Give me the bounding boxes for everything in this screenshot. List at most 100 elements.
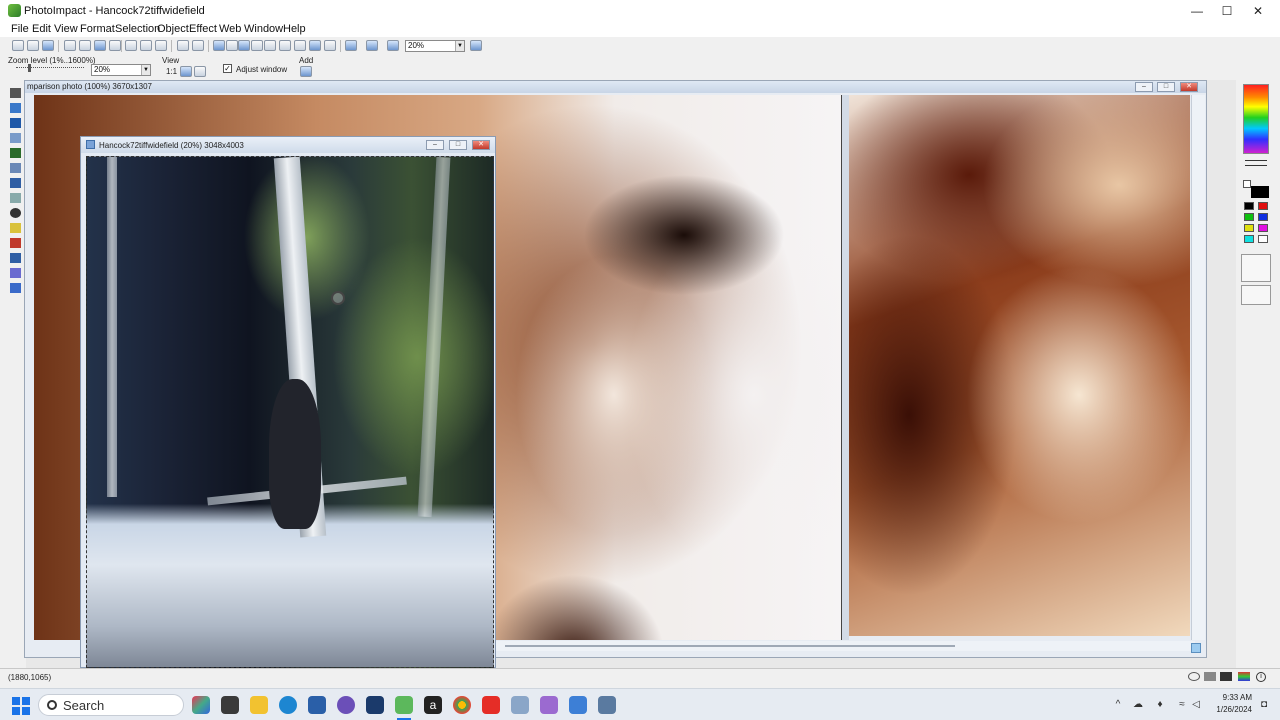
- scan-icon[interactable]: [94, 40, 106, 51]
- task-view-icon[interactable]: [221, 696, 239, 714]
- menu-view[interactable]: View: [54, 23, 78, 35]
- taskbar-clock[interactable]: 9:33 AM 1/26/2024: [1208, 692, 1252, 716]
- stamp-tool-icon[interactable]: [10, 283, 21, 293]
- transform-icon[interactable]: [294, 40, 306, 51]
- color-mode-icon[interactable]: [1238, 672, 1250, 681]
- swatch-red[interactable]: [1258, 202, 1268, 210]
- swatch-green[interactable]: [1244, 213, 1254, 221]
- retouch-tool-icon[interactable]: [10, 253, 21, 263]
- memory-icon[interactable]: [1204, 672, 1216, 681]
- save-icon[interactable]: [42, 40, 54, 51]
- new-file-icon[interactable]: [12, 40, 24, 51]
- maximize-button[interactable]: ☐: [1211, 0, 1243, 22]
- comparison-restore-button[interactable]: □: [1157, 82, 1175, 92]
- zoom-slider-thumb[interactable]: [28, 64, 31, 72]
- swatch-magenta[interactable]: [1258, 224, 1268, 232]
- swap-colors-icon[interactable]: [1245, 160, 1267, 166]
- hancock-photo-canvas[interactable]: [86, 156, 494, 668]
- hancock-window-titlebar[interactable]: Hancock72tiffwidefield (20%) 3048x4003 –…: [81, 137, 495, 153]
- open-file-icon[interactable]: [27, 40, 39, 51]
- adjust-window-checkbox[interactable]: ✓: [223, 64, 232, 73]
- hancock-restore-button[interactable]: □: [449, 140, 467, 150]
- info-icon[interactable]: i: [1256, 672, 1266, 682]
- swatch-yellow[interactable]: [1244, 224, 1254, 232]
- zoom-level-combo[interactable]: 20% ▼: [91, 64, 151, 76]
- file-explorer-icon[interactable]: [250, 696, 268, 714]
- print-preview-icon[interactable]: [79, 40, 91, 51]
- mic-icon[interactable]: [470, 40, 482, 51]
- zoom-tool-icon[interactable]: [10, 208, 21, 218]
- horizontal-scrollbar[interactable]: [495, 641, 1195, 651]
- edge-browser-icon[interactable]: [279, 696, 297, 714]
- menu-effect[interactable]: Effect: [189, 23, 217, 35]
- copilot-icon[interactable]: [192, 696, 210, 714]
- selection-tool-icon[interactable]: [10, 103, 21, 113]
- print-icon[interactable]: [64, 40, 76, 51]
- notification-bell-icon[interactable]: ◘: [1258, 699, 1270, 711]
- app-icon-pen[interactable]: [540, 696, 558, 714]
- background-color-swatch[interactable]: [1243, 180, 1251, 188]
- menu-edit[interactable]: Edit: [32, 23, 51, 35]
- mode-icon[interactable]: [1220, 672, 1232, 681]
- photoimpact-taskbar-icon[interactable]: [395, 696, 413, 714]
- taskbar-search-box[interactable]: Search: [38, 694, 184, 716]
- path-tool-icon[interactable]: [10, 133, 21, 143]
- vertical-scrollbar[interactable]: [1191, 95, 1205, 640]
- amazon-icon[interactable]: a: [424, 696, 442, 714]
- dropdown-arrow-icon[interactable]: [109, 40, 121, 51]
- hancock-minimize-button[interactable]: –: [426, 140, 444, 150]
- color-spectrum[interactable]: [1243, 84, 1269, 154]
- eyedropper-icon[interactable]: [10, 193, 21, 203]
- layer-icon[interactable]: [324, 40, 336, 51]
- object-mode-icon[interactable]: [213, 40, 225, 51]
- app-icon-blue[interactable]: [569, 696, 587, 714]
- navigator-corner-icon[interactable]: [1191, 643, 1201, 653]
- comparison-photo-right[interactable]: [849, 95, 1190, 636]
- chevron-down-icon[interactable]: ▼: [455, 41, 464, 51]
- foreground-color-swatch[interactable]: [1251, 186, 1269, 198]
- app-icon-navy[interactable]: [366, 696, 384, 714]
- wifi-icon[interactable]: ≈: [1176, 699, 1188, 711]
- app-icon-purple[interactable]: [337, 696, 355, 714]
- dropdown-arrow-icon[interactable]: [226, 40, 238, 51]
- app-icon-window[interactable]: [598, 696, 616, 714]
- crop-tool-icon[interactable]: [10, 148, 21, 158]
- merge-icon[interactable]: [238, 40, 250, 51]
- undo-icon[interactable]: [177, 40, 189, 51]
- scrollbar-thumb[interactable]: [505, 645, 955, 647]
- comparison-window-titlebar[interactable]: mparison photo (100%) 3670x1307 – □ ✕: [25, 81, 1206, 93]
- swatch-white[interactable]: [1258, 235, 1268, 243]
- zoom-out-icon[interactable]: [194, 66, 206, 77]
- view-mode-icon[interactable]: [345, 40, 357, 51]
- align-icon[interactable]: [264, 40, 276, 51]
- close-button[interactable]: ✕: [1242, 0, 1274, 22]
- text-tool-icon[interactable]: [10, 118, 21, 128]
- windows-start-icon[interactable]: [12, 697, 30, 715]
- view-actual-size-button[interactable]: 1:1: [166, 67, 177, 76]
- menu-format[interactable]: Format: [80, 23, 115, 35]
- speaker-icon[interactable]: ◁: [1190, 699, 1202, 711]
- hancock-close-button[interactable]: ✕: [472, 140, 490, 150]
- paste-icon[interactable]: [155, 40, 167, 51]
- pick-tool-icon[interactable]: [10, 88, 21, 98]
- frame-tool-icon[interactable]: [10, 178, 21, 188]
- add-camera-icon[interactable]: [300, 66, 312, 77]
- chevron-down-icon[interactable]: ▼: [141, 65, 150, 75]
- swatch-blue[interactable]: [1258, 213, 1268, 221]
- transform-tool-icon[interactable]: [10, 163, 21, 173]
- swatch-black[interactable]: [1244, 202, 1254, 210]
- cut-icon[interactable]: [125, 40, 137, 51]
- distribute-icon[interactable]: [279, 40, 291, 51]
- view-icon[interactable]: [1188, 672, 1200, 681]
- clone-tool-icon[interactable]: [10, 238, 21, 248]
- paint-tool-icon[interactable]: [10, 223, 21, 233]
- zoom-slider[interactable]: [16, 67, 84, 70]
- menu-help[interactable]: Help: [283, 23, 306, 35]
- copy-icon[interactable]: [140, 40, 152, 51]
- microphone-icon[interactable]: ♦: [1154, 699, 1166, 711]
- comparison-close-button[interactable]: ✕: [1180, 82, 1198, 92]
- cloud-icon[interactable]: ☁: [1132, 699, 1144, 711]
- menu-file[interactable]: File: [11, 23, 29, 35]
- menu-web[interactable]: Web: [219, 23, 241, 35]
- youtube-icon[interactable]: [482, 696, 500, 714]
